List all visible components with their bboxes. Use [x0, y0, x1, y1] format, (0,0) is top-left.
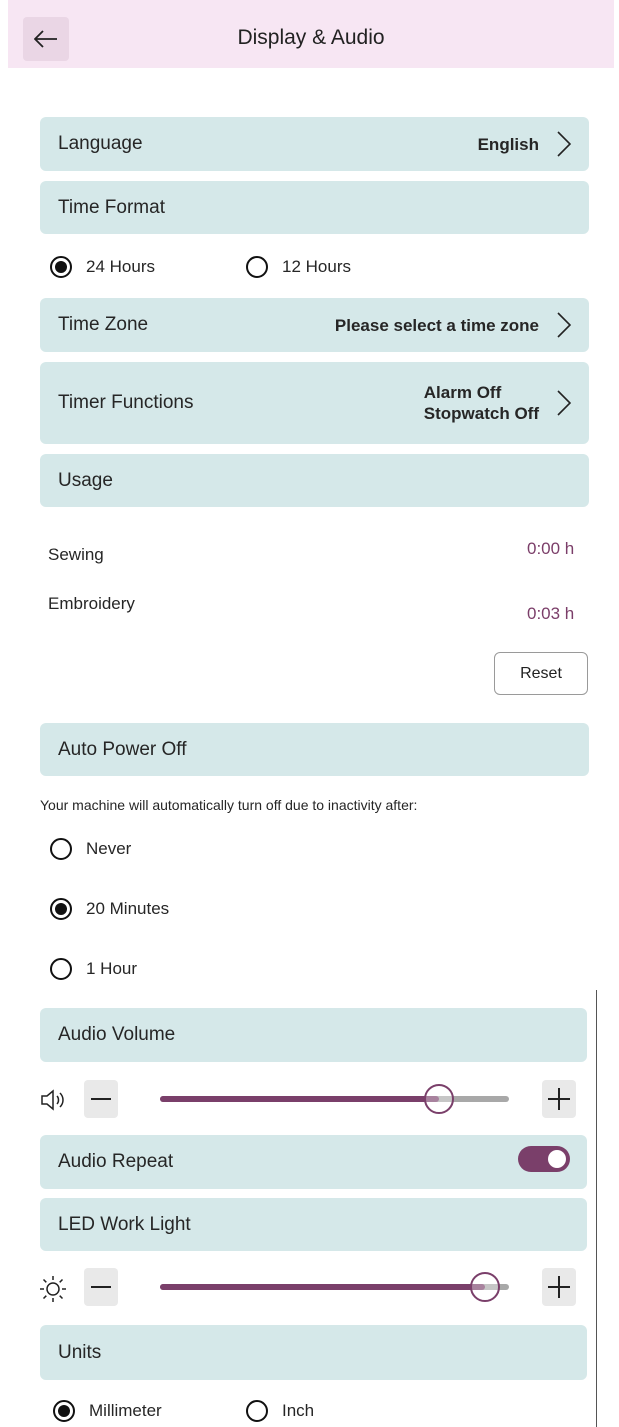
led-work-light-header: LED Work Light — [40, 1198, 587, 1251]
radio-selected-dot — [55, 903, 67, 915]
usage-label: Usage — [58, 469, 113, 491]
time-zone-row[interactable]: Time Zone Please select a time zone — [40, 298, 589, 352]
sun-icon — [40, 1276, 66, 1302]
radio-label: Never — [86, 839, 132, 858]
time-format-12h-radio[interactable]: 12 Hours — [246, 256, 351, 278]
plus-icon — [548, 1088, 570, 1110]
units-header: Units — [40, 1325, 587, 1380]
stopwatch-status: Stopwatch Off — [423, 404, 539, 423]
speaker-icon — [41, 1089, 64, 1111]
time-format-24h-radio[interactable]: 24 Hours — [50, 256, 155, 278]
led-work-light-label: LED Work Light — [58, 1213, 191, 1235]
radio-label: Millimeter — [89, 1401, 162, 1420]
radio-label: 20 Minutes — [86, 899, 170, 918]
auto-power-off-label: Auto Power Off — [58, 738, 187, 760]
radio-selected-dot — [58, 1405, 70, 1417]
chevron-right-icon — [557, 131, 571, 157]
language-label: Language — [58, 133, 143, 154]
audio-repeat-toggle[interactable] — [518, 1146, 570, 1172]
minus-icon — [91, 1286, 111, 1288]
header-bar: Display & Audio — [8, 0, 614, 68]
toggle-knob — [548, 1150, 566, 1168]
audio-volume-header: Audio Volume — [40, 1008, 587, 1062]
light-slider-thumb[interactable] — [469, 1272, 500, 1302]
units-inch-radio[interactable]: Inch — [246, 1400, 314, 1422]
time-zone-value: Please select a time zone — [334, 315, 539, 335]
scroll-divider — [596, 990, 597, 1427]
timer-functions-label: Timer Functions — [58, 392, 194, 413]
sewing-value: 0:00 h — [527, 539, 575, 558]
language-row[interactable]: Language English — [40, 117, 589, 171]
timer-status: Alarm Off Stopwatch Off — [424, 382, 539, 424]
radio-label: 12 Hours — [282, 257, 351, 276]
sewing-label: Sewing — [48, 545, 104, 564]
page-title: Display & Audio — [237, 26, 385, 49]
auto-power-off-20min-radio[interactable]: 20 Minutes — [50, 898, 169, 920]
audio-repeat-row: Audio Repeat — [40, 1135, 587, 1189]
radio-selected-dot — [55, 261, 67, 273]
volume-slider[interactable] — [160, 1084, 509, 1114]
alarm-status: Alarm Off — [423, 383, 502, 402]
auto-power-off-1hour-radio[interactable]: 1 Hour — [50, 958, 137, 980]
units-millimeter-radio[interactable]: Millimeter — [53, 1400, 162, 1422]
chevron-right-icon — [557, 390, 571, 416]
reset-button[interactable]: Reset — [494, 652, 588, 695]
radio-label: Inch — [282, 1401, 315, 1420]
auto-power-off-never-radio[interactable]: Never — [50, 838, 131, 860]
timer-functions-row[interactable]: Timer Functions Alarm Off Stopwatch Off — [40, 362, 589, 444]
auto-power-off-header: Auto Power Off — [40, 723, 589, 776]
volume-slider-thumb[interactable] — [424, 1084, 455, 1114]
units-label: Units — [58, 1341, 102, 1363]
light-decrease-button[interactable] — [84, 1268, 118, 1306]
language-value: English — [477, 134, 539, 154]
light-slider-fill — [160, 1284, 485, 1290]
volume-increase-button[interactable] — [542, 1080, 576, 1118]
embroidery-value: 0:03 h — [527, 604, 575, 623]
radio-label: 1 Hour — [86, 959, 138, 978]
radio-label: 24 Hours — [86, 257, 155, 276]
time-zone-label: Time Zone — [58, 314, 149, 335]
chevron-right-icon — [557, 312, 571, 338]
volume-slider-fill — [160, 1096, 440, 1102]
usage-header: Usage — [40, 454, 589, 507]
embroidery-label: Embroidery — [48, 594, 135, 613]
audio-repeat-label: Audio Repeat — [58, 1151, 174, 1172]
plus-icon — [548, 1276, 570, 1298]
audio-volume-label: Audio Volume — [58, 1024, 176, 1045]
light-increase-button[interactable] — [542, 1268, 576, 1306]
time-format-header: Time Format — [40, 181, 589, 234]
minus-icon — [91, 1098, 111, 1100]
time-format-label: Time Format — [58, 196, 165, 218]
auto-power-off-note: Your machine will automatically turn off… — [40, 797, 418, 813]
light-slider[interactable] — [160, 1272, 509, 1302]
volume-decrease-button[interactable] — [84, 1080, 118, 1118]
